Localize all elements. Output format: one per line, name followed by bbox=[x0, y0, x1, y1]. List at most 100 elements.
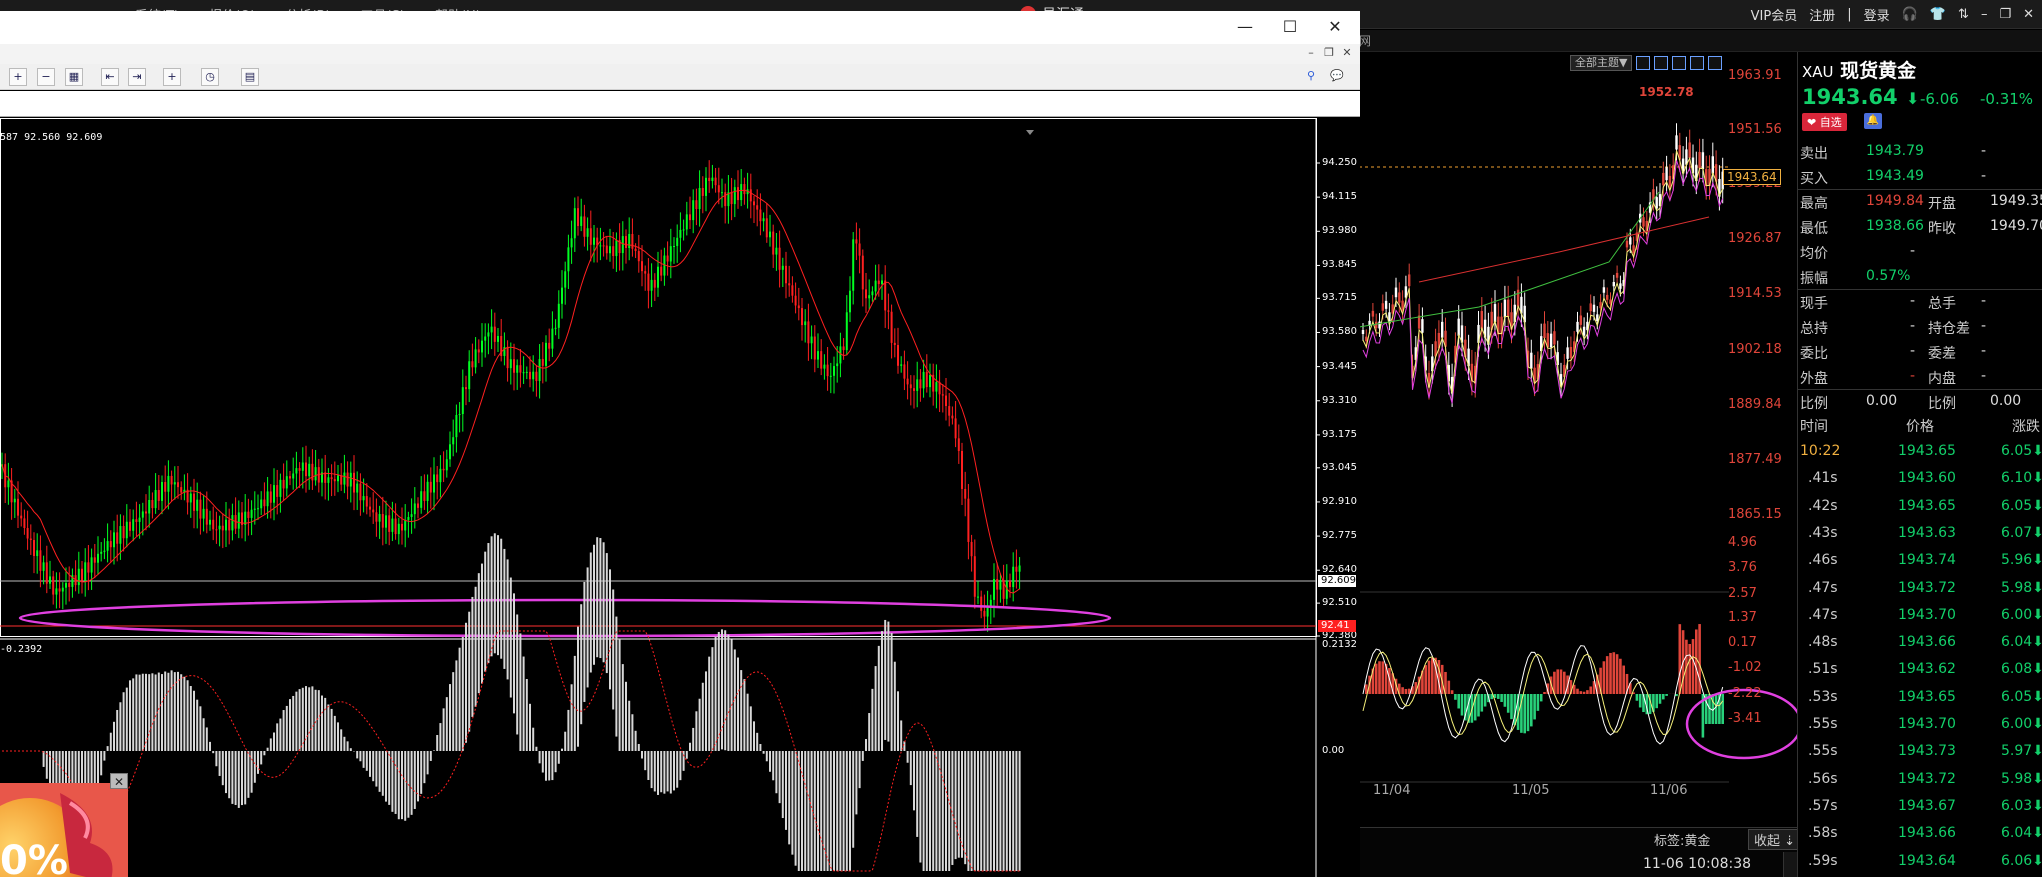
tick-header: 时间 价格 涨跌 bbox=[1798, 412, 2042, 439]
y-axis-tick: 94.115 bbox=[1322, 191, 1357, 203]
macd-histogram-bar bbox=[189, 686, 192, 751]
tick-row: .47s 1943.72 5.98⬇ bbox=[1798, 576, 2042, 603]
candle-body bbox=[567, 247, 570, 272]
tick-price: 1943.63 bbox=[1898, 524, 1956, 541]
candle-body bbox=[644, 271, 647, 274]
bg-high-label: 1952.78 bbox=[1639, 85, 1694, 99]
macd-histogram-bar bbox=[333, 715, 336, 751]
macd-histogram-bar bbox=[225, 751, 227, 794]
period-icon[interactable]: ◷ bbox=[201, 68, 219, 86]
quote-row: 现手 - 总手 - bbox=[1798, 290, 2042, 315]
headset-icon[interactable]: 🎧 bbox=[1902, 7, 1918, 22]
chat-icon[interactable]: 💬 bbox=[1328, 68, 1346, 86]
tick-change: 5.96⬇ bbox=[2001, 552, 2042, 569]
macd-histogram-bar bbox=[621, 664, 624, 751]
quote-change: -6.06 bbox=[1920, 90, 1959, 108]
candle-body bbox=[122, 526, 125, 539]
chart-shift-icon[interactable]: ⇥ bbox=[128, 68, 146, 86]
candle-body bbox=[913, 388, 915, 391]
tick-time: .51s bbox=[1808, 661, 1838, 678]
candle-body bbox=[154, 490, 157, 509]
ad-popup[interactable]: 0% bbox=[0, 783, 128, 877]
window-maximize-icon[interactable]: ☐ bbox=[1270, 15, 1310, 39]
window-close-icon[interactable]: ✕ bbox=[1315, 15, 1355, 39]
bg-candle-body bbox=[1375, 321, 1378, 329]
candle-body bbox=[465, 387, 467, 390]
candle-body bbox=[269, 491, 272, 503]
tick-time: 10:22 bbox=[1800, 443, 1841, 459]
macd-histogram-bar bbox=[874, 666, 877, 751]
pin-icon[interactable]: ⇅ bbox=[1958, 7, 1969, 22]
add-favorite-button[interactable]: ❤ 自选 bbox=[1802, 113, 1847, 131]
macd-histogram-bar bbox=[404, 751, 407, 821]
vip-link[interactable]: VIP会员 bbox=[1751, 5, 1798, 24]
date-axis-tick: 11/06 bbox=[1650, 783, 1688, 798]
zoom-in-icon[interactable]: + bbox=[9, 68, 27, 86]
macd-histogram-bar bbox=[698, 698, 701, 751]
macd-histogram-bar bbox=[903, 741, 906, 751]
macd-histogram-bar bbox=[577, 626, 579, 747]
macd-histogram-bar bbox=[362, 751, 365, 768]
quote-row-value-2: 1949.70 bbox=[1990, 218, 2042, 234]
quote-row-value: - bbox=[1910, 243, 1916, 259]
bg-macd-bar bbox=[1714, 694, 1718, 724]
macd-histogram-bar bbox=[564, 731, 567, 751]
templates-icon[interactable]: ▤ bbox=[241, 68, 259, 86]
bg-macd-bar bbox=[1381, 661, 1385, 694]
macd-histogram-bar bbox=[196, 699, 199, 751]
candle-body bbox=[349, 472, 352, 487]
mdi-close-icon[interactable]: ✕ bbox=[1340, 46, 1354, 60]
candle-body bbox=[145, 511, 147, 514]
macd-histogram-bar bbox=[337, 722, 339, 751]
candle-body bbox=[967, 498, 970, 542]
zoom-out-icon[interactable]: − bbox=[37, 68, 55, 86]
candle-body bbox=[676, 237, 679, 246]
tick-header-price: 价格 bbox=[1906, 419, 1934, 435]
ad-close-icon[interactable]: ✕ bbox=[110, 773, 128, 789]
quote-row-value: 0.57% bbox=[1866, 268, 1911, 284]
macd-histogram-bar bbox=[733, 649, 736, 751]
candle-body bbox=[253, 508, 256, 510]
tick-price: 1943.66 bbox=[1898, 634, 1956, 651]
quote-row-value: 1943.79 bbox=[1866, 143, 1924, 159]
main-chart-svg[interactable] bbox=[0, 118, 1360, 877]
close-icon[interactable]: ✕ bbox=[2023, 7, 2034, 22]
mdi-restore-icon[interactable]: ❐ bbox=[1322, 46, 1336, 60]
quote-panel: XAU 现货黄金 1943.64 ⬇ -6.06 -0.31% ❤ 自选 🔔 卖… bbox=[1797, 52, 2042, 877]
restore-icon[interactable]: ❐ bbox=[1999, 7, 2011, 22]
candle-body bbox=[778, 247, 781, 270]
macd-histogram-bar bbox=[397, 751, 400, 820]
register-link[interactable]: 注册 bbox=[1809, 5, 1835, 24]
autoscroll-icon[interactable]: ⇤ bbox=[101, 68, 119, 86]
candle-body bbox=[164, 482, 167, 492]
macd-histogram-bar bbox=[762, 751, 765, 754]
candle-body bbox=[634, 248, 637, 252]
main-price-chart[interactable]: 587 92.560 92.609 -0.2392 94.250 94.115 93… bbox=[0, 118, 1360, 877]
indicators-icon[interactable]: + bbox=[163, 68, 181, 86]
bg-macd-bar bbox=[1721, 694, 1724, 724]
tick-row: .48s 1943.66 6.04⬇ bbox=[1798, 630, 2042, 657]
vertical-scrollbar[interactable] bbox=[1783, 852, 1797, 877]
macd-histogram-bar bbox=[157, 672, 160, 751]
login-link[interactable]: 登录 bbox=[1864, 5, 1890, 24]
collapse-button[interactable]: 收起 ⇣ bbox=[1748, 829, 1802, 850]
bg-macd-bar bbox=[1460, 694, 1464, 716]
bell-icon[interactable]: 🔔 bbox=[1864, 113, 1882, 129]
quote-row-label-2: 昨收 bbox=[1928, 221, 1956, 237]
bg-candle-body bbox=[1711, 156, 1714, 174]
minimize-icon[interactable]: – bbox=[1981, 7, 1988, 22]
macd-histogram-bar bbox=[391, 751, 394, 812]
macd-histogram-bar bbox=[929, 751, 931, 871]
mdi-minimize-icon[interactable]: – bbox=[1304, 46, 1318, 60]
macd-histogram-bar bbox=[186, 680, 189, 751]
search-icon[interactable]: ⚲ bbox=[1302, 68, 1320, 86]
tile-icon[interactable]: ▦ bbox=[65, 68, 83, 86]
macd-histogram-bar bbox=[490, 536, 493, 657]
shirt-icon[interactable]: 👕 bbox=[1930, 7, 1946, 22]
candle-body bbox=[487, 332, 490, 337]
macd-histogram-bar bbox=[692, 727, 695, 751]
candle-body bbox=[369, 506, 371, 510]
window-minimize-icon[interactable]: — bbox=[1225, 15, 1265, 39]
candle-body bbox=[810, 336, 813, 344]
candle-body bbox=[173, 482, 176, 485]
